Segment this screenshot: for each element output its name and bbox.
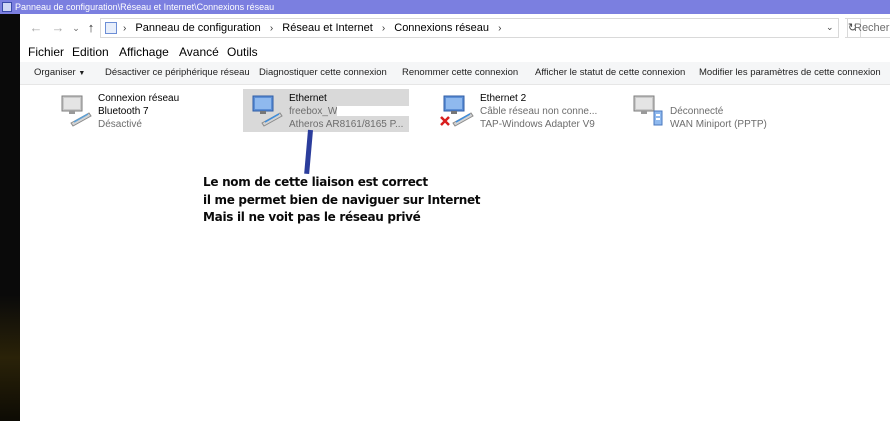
network-adapter-icon — [61, 95, 92, 127]
address-row: ← → ⌄ ↑ › Panneau de configuration › Rés… — [20, 14, 890, 42]
annotation-line-1: Le nom de cette liaison est correct — [203, 175, 428, 189]
connection-network: Déconnecté — [670, 106, 724, 117]
search-input[interactable]: Rechercher — [847, 18, 890, 38]
connection-network-text: freebox_W — [289, 106, 338, 117]
window-title: Panneau de configuration\Réseau et Inter… — [15, 2, 275, 12]
breadcrumb: › Panneau de configuration › Réseau et I… — [123, 19, 507, 38]
chevron-down-icon: ▼ — [78, 70, 86, 77]
connection-name: Connexion réseau — [98, 93, 180, 104]
menu-tools[interactable]: Outils — [227, 44, 258, 60]
menu-edit[interactable]: Edition — [72, 44, 109, 60]
breadcrumb-separator-icon[interactable]: › — [123, 23, 126, 34]
modify-settings-button[interactable]: Modifier les paramètres de cette connexi… — [699, 62, 881, 84]
back-arrow-icon[interactable]: ← — [28, 20, 44, 36]
connection-adapter: TAP-Windows Adapter V9 — [480, 119, 595, 130]
connection-wan-miniport[interactable]: Déconnecté WAN Miniport (PPTP) — [624, 89, 784, 132]
connection-adapter: Désactivé — [98, 119, 142, 130]
disable-device-button[interactable]: Désactiver ce périphérique réseau — [105, 62, 250, 84]
window-titlebar[interactable]: Panneau de configuration\Réseau et Inter… — [0, 0, 890, 14]
menu-advanced[interactable]: Avancé — [179, 44, 219, 60]
network-adapter-icon — [252, 95, 283, 127]
connection-bluetooth[interactable]: Connexion réseau Bluetooth 7 Désactivé — [52, 89, 192, 132]
organize-label: Organiser — [34, 67, 76, 78]
connection-name: Ethernet 2 — [480, 93, 527, 104]
recent-dropdown-icon[interactable]: ⌄ — [68, 20, 84, 36]
annotation-line-2: il me permet bien de naviguer sur Intern… — [203, 192, 481, 207]
view-status-button[interactable]: Afficher le statut de cette connexion — [535, 62, 685, 84]
menu-bar: Fichier Edition Affichage Avancé Outils — [20, 42, 890, 62]
desktop-background-strip — [0, 0, 20, 421]
connection-network: Câble réseau non conne... — [480, 106, 598, 117]
connection-ethernet-2[interactable]: Ethernet 2 Câble réseau non conne... TAP… — [434, 89, 604, 132]
breadcrumb-separator-icon[interactable]: › — [382, 23, 385, 34]
connection-ethernet[interactable]: Ethernet freebox_W Atheros AR8161/8165 P… — [243, 89, 418, 132]
address-dropdown-icon[interactable]: ⌄ — [826, 22, 834, 33]
connection-adapter: Atheros AR8161/8165 P... — [289, 119, 404, 130]
breadcrumb-item[interactable]: Connexions réseau — [394, 22, 489, 34]
up-arrow-icon[interactable]: ↑ — [83, 20, 99, 36]
breadcrumb-item[interactable]: Panneau de configuration — [135, 22, 260, 34]
annotation-line-3: Mais il ne voit pas le réseau privé — [203, 210, 421, 224]
connection-adapter: WAN Miniport (PPTP) — [670, 119, 767, 130]
diagnose-button[interactable]: Diagnostiquer cette connexion — [259, 62, 387, 84]
forward-arrow-icon[interactable]: → — [50, 20, 66, 36]
network-disconnected-icon — [440, 95, 474, 127]
control-panel-icon — [105, 22, 117, 34]
breadcrumb-separator-icon[interactable]: › — [270, 23, 273, 34]
command-bar: Organiser ▼ Désactiver ce périphérique r… — [20, 62, 890, 85]
redacted-text — [337, 106, 418, 117]
rename-button[interactable]: Renommer cette connexion — [402, 62, 518, 84]
menu-view[interactable]: Affichage — [119, 44, 169, 60]
annotation-text: Le nom de cette liaison est correct il m… — [203, 174, 481, 227]
annotation-line — [304, 129, 313, 175]
connection-name: Ethernet — [289, 93, 327, 104]
breadcrumb-separator-icon[interactable]: › — [498, 23, 501, 34]
connection-network: Bluetooth 7 — [98, 106, 149, 117]
breadcrumb-item[interactable]: Réseau et Internet — [282, 22, 373, 34]
connection-network: freebox_W — [289, 105, 418, 118]
menu-file[interactable]: Fichier — [28, 44, 64, 60]
control-panel-icon — [2, 2, 12, 12]
organize-button[interactable]: Organiser ▼ — [34, 62, 85, 85]
wan-adapter-icon — [633, 95, 663, 126]
address-bar[interactable]: › Panneau de configuration › Réseau et I… — [100, 18, 839, 38]
